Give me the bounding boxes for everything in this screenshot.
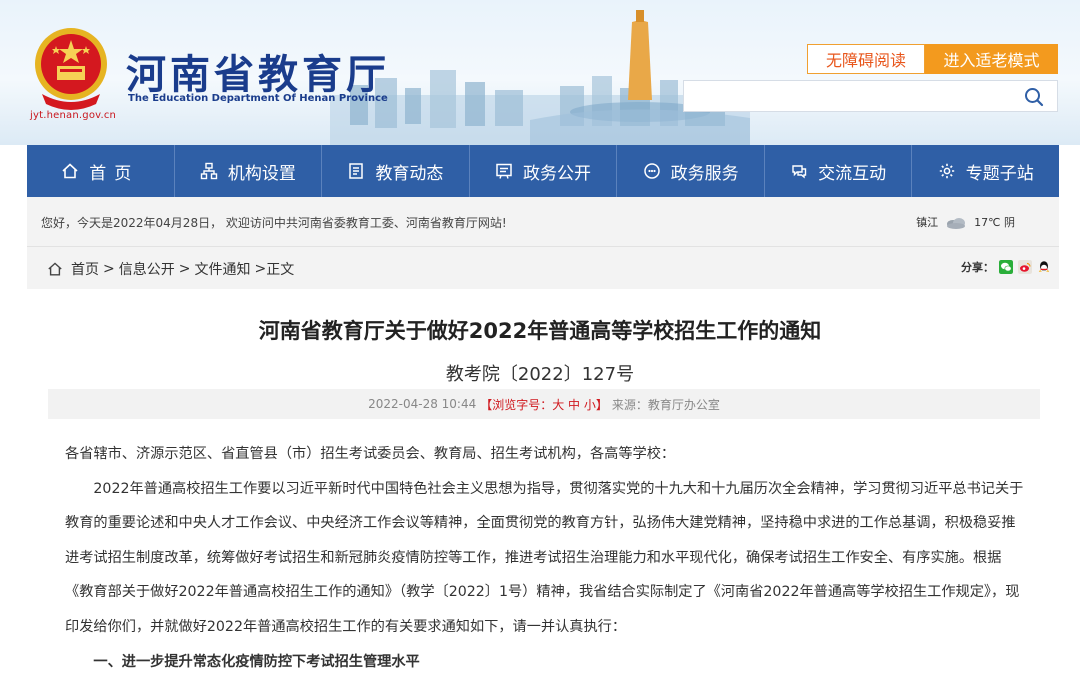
main-nav: 首页 机构设置 教育动态 政务公开 政务服务 交流互动 专题子站 <box>27 145 1059 197</box>
weather-temp: 17℃ 阴 <box>974 216 1015 229</box>
city-skyline-image <box>330 10 750 145</box>
notice-board-icon <box>496 163 512 179</box>
nav-item-label: 政务公开 <box>523 163 592 184</box>
nav-item-org[interactable]: 机构设置 <box>175 145 323 197</box>
nav-item-interaction[interactable]: 交流互动 <box>765 145 913 197</box>
document-icon <box>349 163 364 179</box>
info-bar: 您好，今天是2022年04月28日， 欢迎访问中共河南省委教育工委、河南省教育厅… <box>27 197 1059 247</box>
share-bar: 分享： <box>961 259 1051 275</box>
search-icon[interactable] <box>1023 86 1045 108</box>
weather-city: 镇江 <box>916 216 939 229</box>
elder-mode-button[interactable]: 进入适老模式 <box>925 44 1058 74</box>
article-body: 各省辖市、济源示范区、省直管县（市）招生考试委员会、教育局、招生考试机构，各高等… <box>65 437 1027 679</box>
nav-item-label: 机构设置 <box>227 163 296 184</box>
nav-item-gov-service[interactable]: 政务服务 <box>617 145 765 197</box>
document-number: 教考院〔2022〕127号 <box>445 364 635 385</box>
site-domain: jyt.henan.gov.cn <box>30 110 117 121</box>
home-icon <box>48 262 62 276</box>
nav-item-gov-affairs[interactable]: 政务公开 <box>470 145 618 197</box>
nav-item-label: 交流互动 <box>818 163 887 184</box>
breadcrumb-info-public[interactable]: 信息公开 <box>119 259 175 279</box>
article-title: 河南省教育厅关于做好2022年普通高等学校招生工作的通知 <box>258 319 822 343</box>
home-icon <box>62 163 78 179</box>
article-meta: 2022-04-28 10:44 【浏览字号：大 中 小】 来源：教育厅办公室 <box>48 389 1040 419</box>
breadcrumb-separator: > <box>103 261 115 277</box>
service-icon <box>643 163 660 179</box>
share-label: 分享： <box>961 261 994 274</box>
national-emblem-icon <box>35 28 107 110</box>
site-subtitle: The Education Department Of Henan Provin… <box>128 93 388 104</box>
welcome-message: 您好，今天是2022年04月28日， 欢迎访问中共河南省委教育工委、河南省教育厅… <box>41 216 507 230</box>
section-heading: 一、进一步提升常态化疫情防控下考试招生管理水平 <box>93 653 420 670</box>
breadcrumb-separator: > <box>254 261 267 277</box>
header-banner: jyt.henan.gov.cn 河南省教育厅 The Education De… <box>0 0 1080 145</box>
cloud-icon <box>947 218 966 229</box>
gear-icon <box>939 163 954 179</box>
nav-item-label: 政务服务 <box>670 163 739 184</box>
article-source: 来源：教育厅办公室 <box>611 397 720 412</box>
nav-item-home[interactable]: 首页 <box>27 145 175 197</box>
accessible-reading-button[interactable]: 无障碍阅读 <box>807 44 925 74</box>
nav-item-topics[interactable]: 专题子站 <box>912 145 1059 197</box>
qq-share-icon[interactable] <box>1037 260 1051 274</box>
article-paragraph: 各省辖市、济源示范区、省直管县（市）招生考试委员会、教育局、招生考试机构，各高等… <box>65 446 676 462</box>
breadcrumb-file-notice[interactable]: 文件通知 <box>194 259 250 279</box>
publish-date: 2022-04-28 10:44 <box>368 397 477 411</box>
breadcrumb-separator: > <box>178 261 191 277</box>
site-title[interactable]: 河南省教育厅 <box>126 42 390 100</box>
org-chart-icon <box>200 162 218 180</box>
chat-icon <box>792 165 807 179</box>
nav-item-label: 专题子站 <box>965 163 1034 184</box>
nav-item-label: 教育动态 <box>375 163 444 184</box>
article-paragraph: 2022年普通高校招生工作要以习近平新时代中国特色社会主义思想为指导，贯彻落实党… <box>65 480 1024 635</box>
breadcrumb-current: 正文 <box>266 262 295 278</box>
weibo-share-icon[interactable] <box>1018 260 1032 274</box>
breadcrumb-home[interactable]: 首页 <box>71 259 99 279</box>
weather-widget: 镇江 17℃ 阴 <box>916 214 1015 230</box>
nav-item-news[interactable]: 教育动态 <box>322 145 470 197</box>
font-size-switch[interactable]: 【浏览字号：大 中 小】 <box>480 396 608 413</box>
wechat-share-icon[interactable] <box>999 260 1013 274</box>
nav-item-label: 首页 <box>89 163 140 184</box>
breadcrumb: 首页 > 信息公开 > 文件通知 > 正文 分享： <box>27 247 1059 289</box>
search-input[interactable] <box>684 81 1014 111</box>
search-box <box>683 80 1058 112</box>
